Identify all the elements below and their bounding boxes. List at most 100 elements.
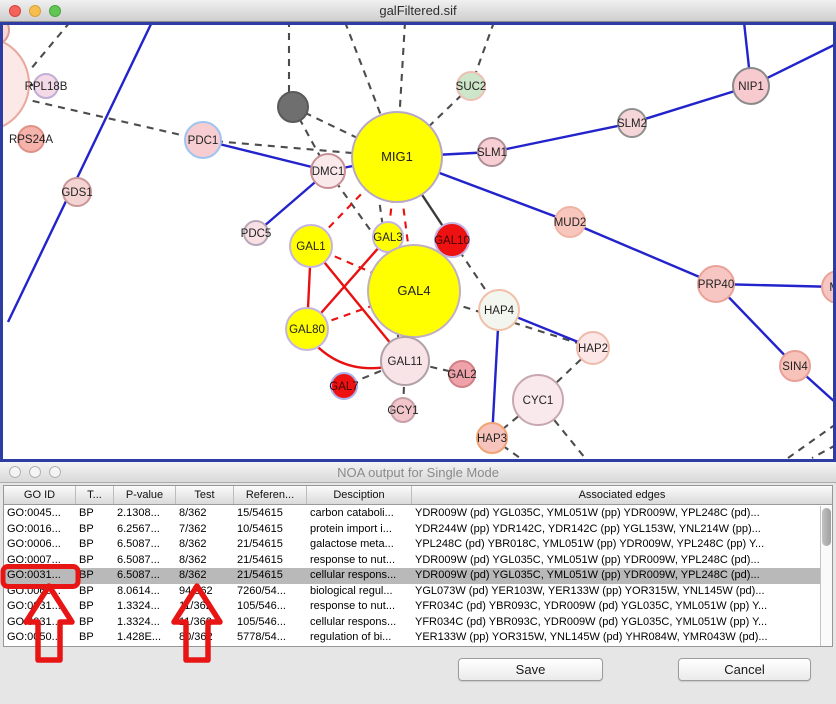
zoom-button[interactable]: [49, 5, 61, 17]
network-window-titlebar[interactable]: galFiltered.sif: [0, 0, 836, 22]
table-cell: 15/54615: [234, 506, 307, 522]
save-button[interactable]: Save: [458, 658, 603, 681]
graph-node-label-HAP2: HAP2: [578, 343, 608, 355]
graph-node-label-CYC1: CYC1: [523, 395, 554, 407]
table-cell: 6.5087...: [114, 568, 176, 584]
graph-edge: [788, 424, 836, 458]
table-cell: galactose meta...: [307, 537, 412, 553]
close-button[interactable]: [9, 5, 21, 17]
graph-node-label-DMC1: DMC1: [312, 166, 345, 178]
table-row-2[interactable]: GO:0016...BP6.2567...7/36210/54615protei…: [4, 522, 820, 538]
table-cell: YDR009W (pd) YGL035C, YML051W (pp) YDR00…: [412, 568, 820, 584]
graph-node-label-MS-edge-node: MS: [829, 282, 836, 294]
table-row-3[interactable]: GO:0006...BP6.5087...8/36221/54615galact…: [4, 537, 820, 553]
column-header-p-value[interactable]: P-value: [114, 486, 176, 504]
zoom-button[interactable]: [49, 466, 61, 478]
table-cell: 8/362: [176, 553, 234, 569]
table-cell: BP: [76, 615, 114, 631]
table-cell: 1.428E...: [114, 630, 176, 646]
graph-node-label-SLM1: SLM1: [477, 147, 507, 159]
table-cell: 8/362: [176, 506, 234, 522]
table-cell: BP: [76, 599, 114, 615]
minimize-button[interactable]: [29, 466, 41, 478]
table-cell: regulation of bi...: [307, 630, 412, 646]
column-header-test[interactable]: Test: [176, 486, 234, 504]
graph-edge: [812, 445, 836, 458]
table-row-1[interactable]: GO:0045...BP2.1308...8/36215/54615carbon…: [4, 506, 820, 522]
graph-node-label-GAL7: GAL7: [329, 381, 358, 393]
table-cell: 8.0614...: [114, 584, 176, 600]
graph-node-label-HAP4: HAP4: [484, 305, 515, 317]
table-cell: 21/54615: [234, 537, 307, 553]
table-cell: 105/546...: [234, 599, 307, 615]
table-cell: 2.1308...: [114, 506, 176, 522]
table-cell: GO:0031...: [4, 568, 76, 584]
network-canvas[interactable]: RPL18BRPS24AGDS1PDC1PDC5DMC1MIG1SUC2SLM1…: [0, 22, 836, 462]
column-header-referen-[interactable]: Referen...: [234, 486, 307, 504]
graph-node-label-GAL4: GAL4: [397, 283, 430, 298]
network-window: galFiltered.sif RPL18BRPS24AGDS1PDC1PDC5…: [0, 0, 836, 462]
graph-edge: [492, 123, 632, 152]
cancel-button[interactable]: Cancel: [678, 658, 811, 681]
table-cell: 5778/54...: [234, 630, 307, 646]
table-cell: 1.3324...: [114, 615, 176, 631]
column-header-t-[interactable]: T...: [76, 486, 114, 504]
table-cell: carbon cataboli...: [307, 506, 412, 522]
table-cell: 11/362: [176, 599, 234, 615]
table-cell: 21/54615: [234, 553, 307, 569]
table-cell: GO:0031...: [4, 615, 76, 631]
column-header-desciption[interactable]: Desciption: [307, 486, 412, 504]
table-cell: BP: [76, 553, 114, 569]
table-cell: YDR009W (pd) YGL035C, YML051W (pp) YDR00…: [412, 506, 820, 522]
network-window-title: galFiltered.sif: [379, 3, 456, 18]
table-header-row: GO IDT...P-valueTestReferen...Desciption…: [4, 486, 832, 505]
table-cell: protein import i...: [307, 522, 412, 538]
graph-edge: [203, 140, 328, 171]
table-row-7[interactable]: GO:0031...BP1.3324...11/362105/546...res…: [4, 599, 820, 615]
table-cell: YDR009W (pd) YGL035C, YML051W (pp) YDR00…: [412, 553, 820, 569]
table-cell: 6.5087...: [114, 537, 176, 553]
table-cell: YER133W (pp) YOR315W, YNL145W (pd) YHR08…: [412, 630, 820, 646]
graph-node-label-PRP40: PRP40: [698, 279, 734, 291]
table-cell: BP: [76, 630, 114, 646]
table-cell: YFR034C (pd) YBR093C, YDR009W (pd) YGL03…: [412, 599, 820, 615]
graph-node-label-MUD2: MUD2: [554, 217, 587, 229]
graph-node-dark-node[interactable]: [278, 92, 308, 122]
graph-edge: [30, 22, 70, 70]
noa-window-title: NOA output for Single Mode: [337, 465, 499, 480]
table-row-6[interactable]: GO:0065...BP8.0614...94/3627260/54...bio…: [4, 584, 820, 600]
table-cell: biological regul...: [307, 584, 412, 600]
table-cell: GO:0031...: [4, 599, 76, 615]
column-header-go-id[interactable]: GO ID: [4, 486, 76, 504]
results-table: GO IDT...P-valueTestReferen...Desciption…: [3, 485, 833, 647]
close-button[interactable]: [9, 466, 21, 478]
table-cell: cellular respons...: [307, 615, 412, 631]
table-cell: GO:0007...: [4, 553, 76, 569]
table-row-4[interactable]: GO:0007...BP6.5087...8/36221/54615respon…: [4, 553, 820, 569]
table-cell: YGL073W (pd) YER103W, YER133W (pp) YOR31…: [412, 584, 820, 600]
column-header-associated-edges[interactable]: Associated edges: [412, 486, 832, 504]
table-cell: 105/546...: [234, 615, 307, 631]
vertical-scrollbar[interactable]: [820, 506, 832, 646]
noa-output-window: NOA output for Single Mode GO IDT...P-va…: [0, 462, 836, 704]
graph-node-label-GAL80: GAL80: [289, 324, 325, 336]
table-cell: BP: [76, 506, 114, 522]
table-row-5[interactable]: GO:0031...BP6.5087...8/36221/54615cellul…: [4, 568, 820, 584]
table-cell: 7260/54...: [234, 584, 307, 600]
graph-node-label-GAL2: GAL2: [447, 369, 476, 381]
graph-node-label-NIP1: NIP1: [738, 81, 764, 93]
table-cell: GO:0016...: [4, 522, 76, 538]
table-cell: GO:0050...: [4, 630, 76, 646]
table-row-8[interactable]: GO:0031...BP1.3324...11/362105/546...cel…: [4, 615, 820, 631]
table-cell: BP: [76, 568, 114, 584]
scrollbar-thumb[interactable]: [822, 508, 831, 546]
minimize-button[interactable]: [29, 5, 41, 17]
table-row-9[interactable]: GO:0050...BP1.428E...80/3625778/54...reg…: [4, 630, 820, 646]
table-cell: YDR244W (pp) YDR142C, YDR142C (pp) YGL15…: [412, 522, 820, 538]
graph-node-label-GAL11: GAL11: [388, 356, 423, 368]
graph-node-label-HAP3: HAP3: [477, 433, 507, 445]
table-cell: 8/362: [176, 537, 234, 553]
graph-node-corner-fragment[interactable]: [0, 22, 9, 45]
noa-window-titlebar[interactable]: NOA output for Single Mode: [0, 462, 836, 483]
graph-node-label-GAL1: GAL1: [296, 241, 325, 253]
